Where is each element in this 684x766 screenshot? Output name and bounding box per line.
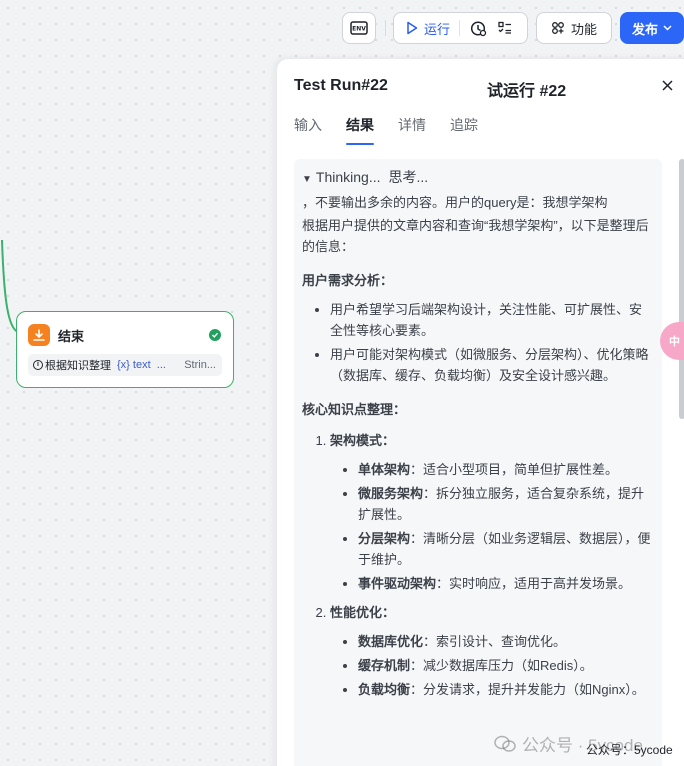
section-title: 用户需求分析：	[302, 273, 394, 288]
end-node-title: 结束	[58, 328, 85, 344]
tab-input[interactable]: 输入	[294, 115, 322, 145]
panel-title-cn: 试运行 #22	[487, 83, 567, 100]
list-item: 缓存机制：减少数据库压力（如Redis）。	[358, 655, 652, 676]
apps-icon	[552, 22, 564, 34]
section-list: 用户希望学习后端架构设计，关注性能、可扩展性、安全性等核心要素。 用户可能对架构…	[302, 299, 652, 386]
section-title: 核心知识点整理：	[302, 402, 407, 417]
tab-details[interactable]: 详情	[398, 115, 426, 145]
run-button[interactable]: 运行	[424, 19, 450, 38]
result-summary: 根据用户提供的文章内容和查询“我想学架构”，以下是整理后的信息：	[302, 218, 649, 254]
caret-down-icon: ▼	[302, 174, 312, 185]
publish-label: 发布	[631, 21, 658, 37]
test-run-panel: Test Run#22 试运行 #22 输入 结果 详情 追踪 ▼ Thinkin…	[276, 58, 684, 766]
list-item: 架构模式： 单体架构：适合小型项目，简单但扩展性差。 微服务架构：拆分独立服务，…	[330, 430, 652, 594]
list-item: 事件驱动架构：实时响应，适用于高并发场景。	[358, 573, 652, 594]
history-icon[interactable]	[470, 20, 487, 37]
output-var-type: Strin...	[184, 359, 216, 371]
list-item: 用户可能对架构模式（如微服务、分层架构）、优化策略（数据库、缓存、负载均衡）及安…	[330, 344, 652, 386]
list-item: 用户希望学习后端架构设计，关注性能、可扩展性、安全性等核心要素。	[330, 299, 652, 341]
end-node-header: 结束	[17, 312, 233, 348]
list-item: 单体架构：适合小型项目，简单但扩展性差。	[358, 459, 652, 480]
play-icon	[407, 21, 418, 35]
chevron-down-icon	[663, 25, 672, 31]
list-item: 数据库优化：索引设计、查询优化。	[358, 631, 652, 652]
scrollbar[interactable]	[679, 159, 684, 419]
function-button[interactable]: 功能	[536, 12, 612, 44]
end-node-output-var[interactable]: i 根据知识整理 {x} text ... Strin...	[28, 354, 222, 376]
env-icon: ENV	[350, 21, 368, 35]
run-button-group[interactable]: 运行	[393, 12, 528, 44]
end-node-card[interactable]: 结束 i 根据知识整理 {x} text ... Strin...	[16, 311, 234, 388]
thinking-toggle[interactable]: ▼ Thinking... 思考...	[302, 167, 652, 190]
list-item: 分层架构：清晰分层（如业务逻辑层、数据层），便于维护。	[358, 528, 652, 570]
list-item: 微服务架构：拆分独立服务，适合复杂系统，提升扩展性。	[358, 483, 652, 525]
result-output: ▼ Thinking... 思考... ，不要输出多余的内容。用户的query是：我…	[294, 159, 662, 766]
result-intro: ，不要输出多余的内容。用户的query是：我想学架构	[302, 195, 608, 210]
checklist-icon[interactable]	[497, 20, 513, 36]
function-label: 功能	[570, 21, 597, 37]
list-item: 负载均衡：分发请求，提升并发能力（如Nginx）。	[358, 679, 652, 700]
panel-title-en: Test Run#22	[294, 77, 388, 94]
panel-header: Test Run#22 试运行 #22	[277, 59, 684, 115]
panel-tabs: 输入 结果 详情 追踪	[294, 115, 478, 145]
info-icon: i	[33, 360, 43, 370]
output-var-label: 根据知识整理	[45, 360, 111, 372]
end-node-icon	[28, 324, 50, 346]
tab-result[interactable]: 结果	[346, 115, 374, 145]
svg-text:ENV: ENV	[352, 26, 366, 33]
watermark-caption: 公众号：5ycode	[586, 743, 673, 757]
tab-trace[interactable]: 追踪	[450, 115, 478, 145]
wechat-icon	[494, 735, 516, 752]
numbered-list: 架构模式： 单体架构：适合小型项目，简单但扩展性差。 微服务架构：拆分独立服务，…	[302, 430, 652, 700]
env-button[interactable]: ENV	[342, 12, 376, 44]
success-check-icon	[209, 329, 221, 341]
publish-button[interactable]: 发布	[620, 12, 684, 44]
list-item: 性能优化： 数据库优化：索引设计、查询优化。 缓存机制：减少数据库压力（如Red…	[330, 602, 652, 700]
close-icon[interactable]	[657, 75, 677, 95]
output-var-ref: {x} text ...	[117, 359, 166, 371]
toolbar-separator	[385, 20, 386, 36]
